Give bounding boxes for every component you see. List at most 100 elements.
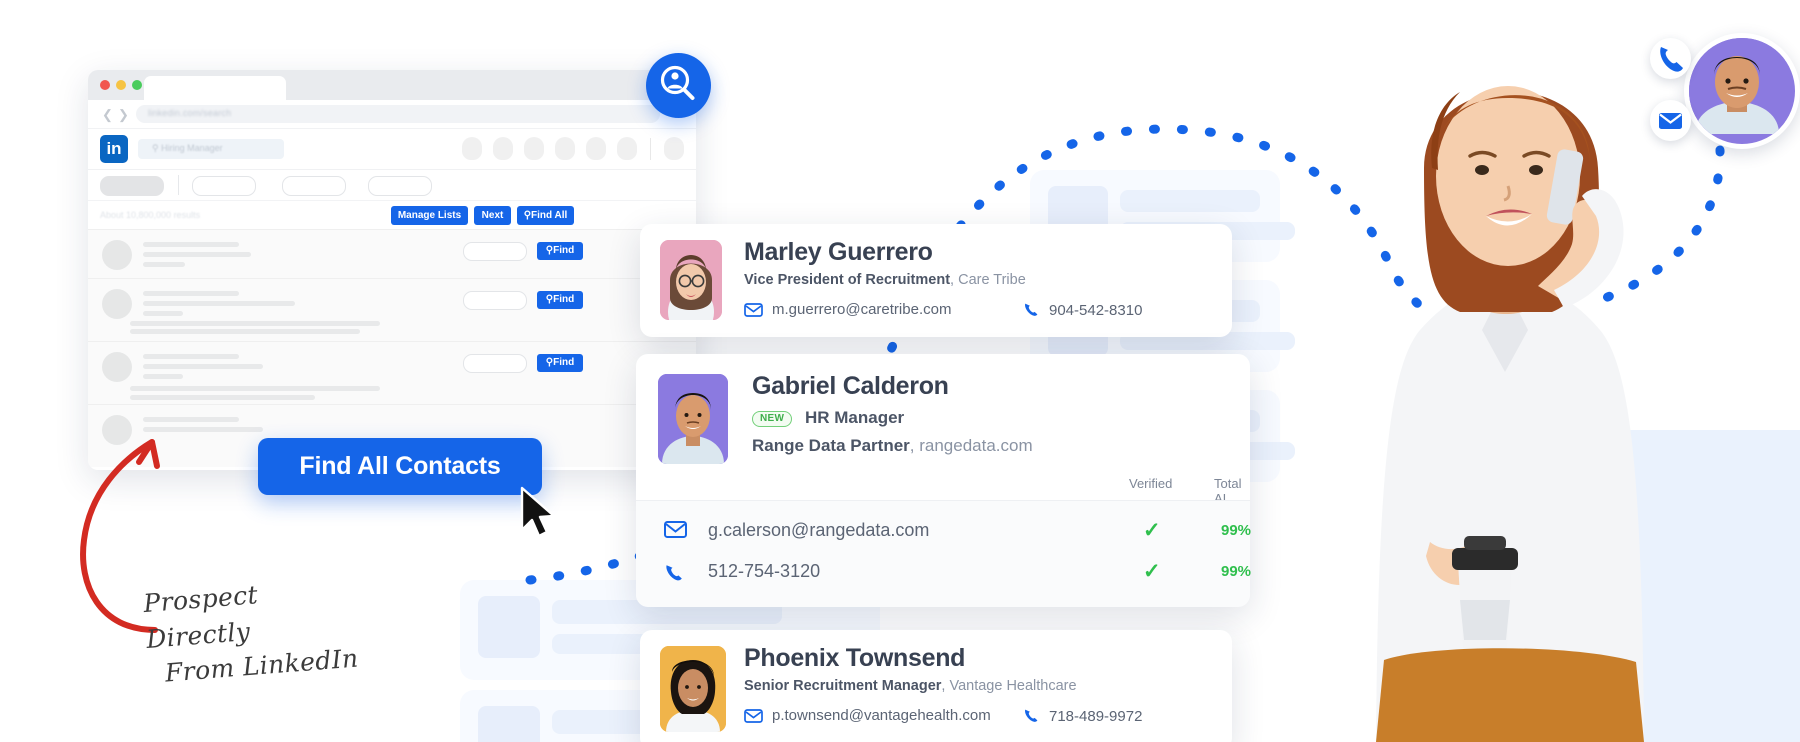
row-line [143, 311, 183, 316]
browser-urlbar[interactable]: ❮ ❯ linkedin.com/search ⋮ [88, 100, 696, 129]
row-line [143, 262, 185, 267]
hero-illustration: ❮ ❯ linkedin.com/search ⋮ in ⚲ Hiring Ma… [0, 0, 1800, 742]
nav-icon-network[interactable] [493, 137, 513, 160]
contact-phone[interactable]: 718-489-9972 [1023, 707, 1142, 725]
minimize-button[interactable] [116, 80, 126, 90]
contact-phone: 512-754-3120 [708, 561, 821, 581]
find-button[interactable]: ⚲Find [537, 291, 583, 309]
mouse-cursor-icon [520, 486, 556, 538]
avatar [658, 374, 728, 464]
contact-name: Phoenix Townsend [744, 644, 966, 672]
nav-icon-work[interactable] [664, 137, 684, 160]
browser-tab[interactable] [144, 76, 286, 100]
contact-email[interactable]: p.townsend@vantagehealth.com [744, 707, 991, 724]
new-badge: NEW [752, 410, 793, 427]
mail-badge[interactable] [1650, 100, 1691, 141]
phone-badge[interactable] [1650, 38, 1691, 79]
next-button[interactable]: Next [474, 206, 511, 225]
mail-icon [744, 709, 763, 723]
row-line [143, 364, 263, 369]
find-all-button[interactable]: ⚲Find All [517, 206, 574, 225]
search-icon: ⚲ [523, 210, 532, 221]
contact-phone[interactable]: 904-542-8310 [1023, 301, 1142, 319]
search-icon: ⚲ [545, 357, 554, 368]
table-row[interactable]: ⚲Find [88, 229, 696, 278]
row-line [143, 242, 239, 247]
browser-titlebar [88, 70, 696, 100]
contact-email: g.calerson@rangedata.com [708, 520, 930, 540]
contact-company-row: Range Data Partner, rangedata.com [752, 436, 1033, 455]
row-line [130, 329, 360, 334]
nav-icon-notifications[interactable] [586, 137, 606, 160]
contact-email[interactable]: m.guerrero@caretribe.com [744, 301, 951, 318]
filter-locations[interactable] [282, 176, 346, 196]
photo-gabriel-chip [1689, 38, 1785, 134]
nav-icon-jobs[interactable] [524, 137, 544, 160]
detail-row-phone[interactable]: 512-754-3120 ✓ 99% [636, 553, 1252, 593]
maximize-button[interactable] [132, 80, 142, 90]
contact-company: Range Data Partner [752, 436, 910, 455]
verified-check-icon: ✓ [1143, 560, 1161, 583]
person-search-badge[interactable] [646, 53, 711, 118]
avatar [102, 289, 132, 319]
contact-company: Care Tribe [958, 272, 1026, 288]
row-line [143, 354, 239, 359]
linkedin-nav-icons[interactable] [462, 137, 684, 160]
row-line [130, 321, 380, 326]
person-search-icon [660, 65, 695, 100]
contact-domain: rangedata.com [919, 436, 1033, 455]
find-button[interactable]: ⚲Find [537, 354, 583, 372]
photo-phoenix [660, 646, 726, 732]
contact-title: Senior Recruitment Manager [744, 678, 942, 694]
phone-icon [1660, 47, 1683, 72]
find-button[interactable]: ⚲Find [537, 242, 583, 260]
linkedin-search-text: ⚲ Hiring Manager [152, 143, 223, 153]
results-bar: About 10,800,000 results Manage Lists Ne… [88, 201, 696, 229]
filter-connections[interactable] [192, 176, 256, 196]
contact-detail-panel: g.calerson@rangedata.com ✓ 99% 512-754-3… [636, 500, 1252, 607]
phone-icon [1023, 301, 1040, 318]
contact-card-phoenix[interactable]: Phoenix Townsend Senior Recruitment Mana… [640, 630, 1232, 742]
row-action-pill[interactable] [463, 291, 527, 310]
contact-card-marley[interactable]: Marley Guerrero Vice President of Recrui… [640, 224, 1232, 337]
nav-icon-home[interactable] [462, 137, 482, 160]
row-action-pill[interactable] [463, 242, 527, 261]
phone-icon [1023, 707, 1040, 724]
contact-company: Vantage Healthcare [949, 678, 1077, 694]
photo-marley [660, 240, 722, 320]
total-ai-value: 99% [1221, 563, 1252, 580]
contact-name: Marley Guerrero [744, 238, 933, 266]
contact-title: Vice President of Recruitment [744, 272, 951, 288]
close-button[interactable] [100, 80, 110, 90]
manage-lists-button[interactable]: Manage Lists [391, 206, 468, 225]
contact-card-gabriel[interactable]: Gabriel Calderon NEW HR Manager Range Da… [636, 354, 1252, 607]
nav-divider [650, 137, 651, 160]
results-count: About 10,800,000 results [100, 210, 201, 220]
forward-icon[interactable]: ❯ [118, 108, 129, 121]
search-icon: ⚲ [545, 294, 554, 305]
column-header-verified: Verified [1129, 476, 1173, 491]
phone-icon [664, 562, 685, 583]
nav-icon-messaging[interactable] [555, 137, 575, 160]
row-action-pill[interactable] [463, 354, 527, 373]
verified-check-icon: ✓ [1143, 519, 1161, 542]
contact-name: Gabriel Calderon [752, 372, 949, 400]
nav-icon-me[interactable] [617, 137, 637, 160]
find-all-contacts-button[interactable]: Find All Contacts [258, 438, 542, 495]
filter-people[interactable] [100, 176, 164, 196]
table-row[interactable]: ⚲Find [88, 278, 696, 341]
contact-title: HR Manager [804, 408, 905, 427]
linkedin-filter-row[interactable] [88, 170, 696, 201]
row-line [143, 252, 251, 257]
row-line [143, 291, 239, 296]
search-icon: ⚲ [152, 143, 159, 153]
contact-role: Senior Recruitment Manager, Vantage Heal… [744, 678, 1077, 694]
row-line [143, 301, 295, 306]
detail-row-email[interactable]: g.calerson@rangedata.com ✓ 99% [636, 511, 1251, 551]
linkedin-logo[interactable]: in [100, 135, 128, 163]
back-icon[interactable]: ❮ [102, 108, 113, 121]
avatar [102, 240, 132, 270]
filter-current-company[interactable] [368, 176, 432, 196]
window-controls[interactable] [100, 80, 142, 90]
avatar-chip[interactable] [1684, 33, 1800, 149]
